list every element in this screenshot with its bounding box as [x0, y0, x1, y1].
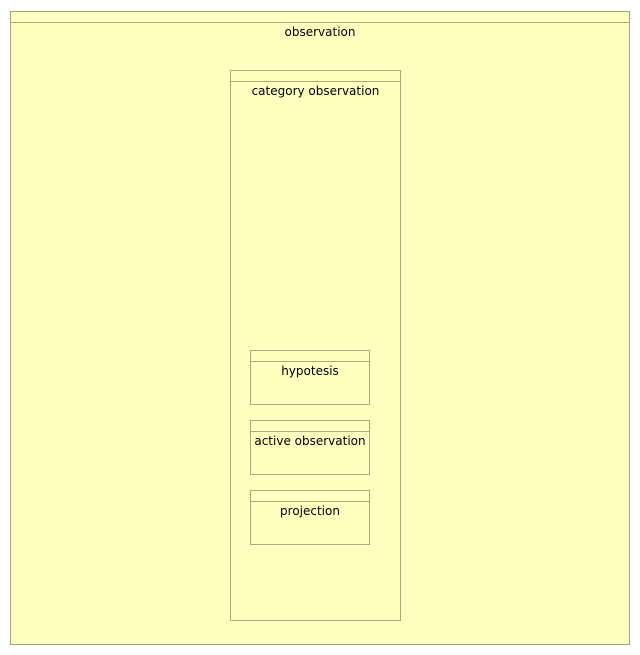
observation-package-label: observation: [284, 25, 356, 39]
active-observation-package-tab: [251, 421, 369, 432]
category-observation-package-label: category observation: [251, 84, 380, 98]
category-observation-package-tab: [231, 71, 400, 82]
projection-package-tab: [251, 491, 369, 502]
hypotesis-package[interactable]: hypotesis: [250, 350, 370, 405]
hypotesis-package-tab: [251, 351, 369, 362]
hypotesis-package-label: hypotesis: [281, 364, 339, 378]
active-observation-package[interactable]: active observation: [250, 420, 370, 475]
active-observation-package-label: active observation: [254, 434, 366, 448]
projection-package[interactable]: projection: [250, 490, 370, 545]
projection-package-label: projection: [280, 504, 340, 518]
observation-package-tab: [11, 12, 629, 23]
